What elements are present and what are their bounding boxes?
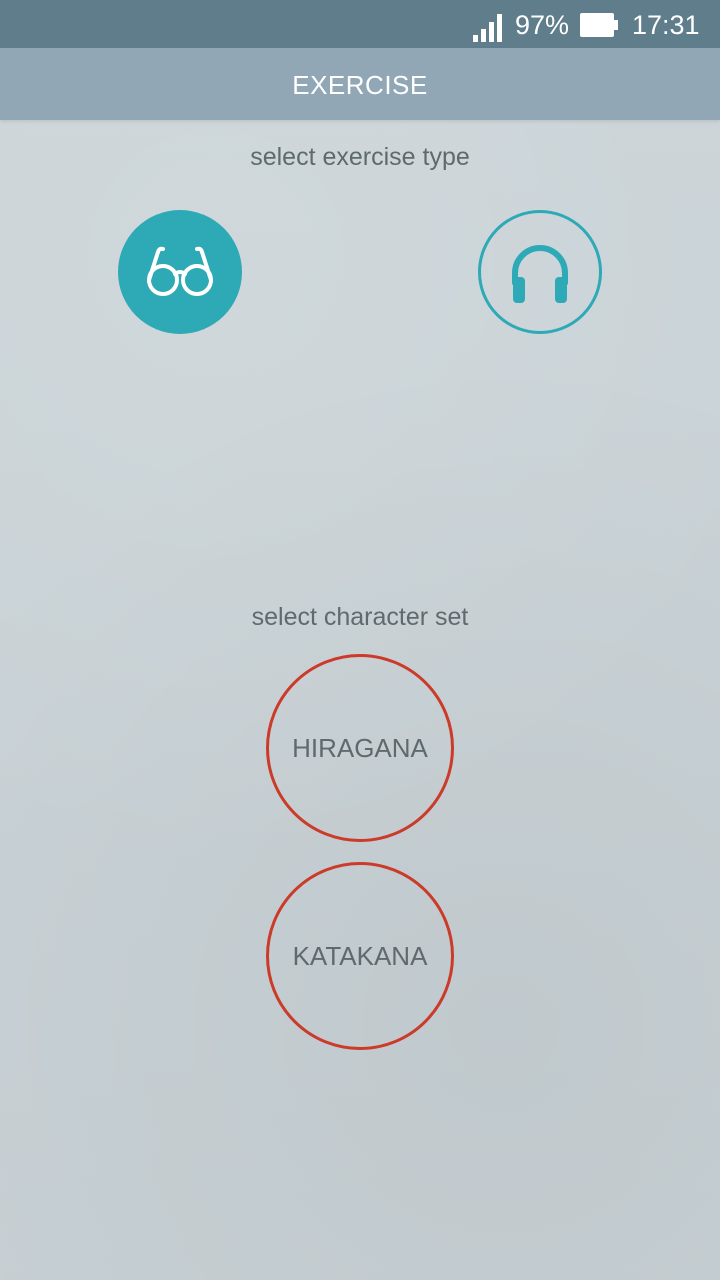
status-bar: 97% 17:31 — [0, 0, 720, 48]
headphones-icon — [512, 245, 568, 303]
signal-icon — [473, 14, 502, 42]
battery-icon — [580, 13, 618, 37]
app-bar: EXERCISE — [0, 48, 720, 120]
exercise-type-label: select exercise type — [250, 143, 470, 171]
listening-exercise-button[interactable] — [478, 210, 602, 334]
character-set-label: select character set — [251, 603, 469, 631]
katakana-button[interactable]: KATAKANA — [266, 862, 454, 1050]
hiragana-button[interactable]: HIRAGANA — [266, 654, 454, 842]
glasses-icon — [147, 246, 213, 296]
page-title: EXERCISE — [292, 70, 428, 100]
clock-time: 17:31 — [632, 10, 700, 40]
reading-exercise-button[interactable] — [118, 210, 242, 334]
background — [0, 0, 720, 1280]
battery-percent: 97% — [515, 10, 570, 40]
